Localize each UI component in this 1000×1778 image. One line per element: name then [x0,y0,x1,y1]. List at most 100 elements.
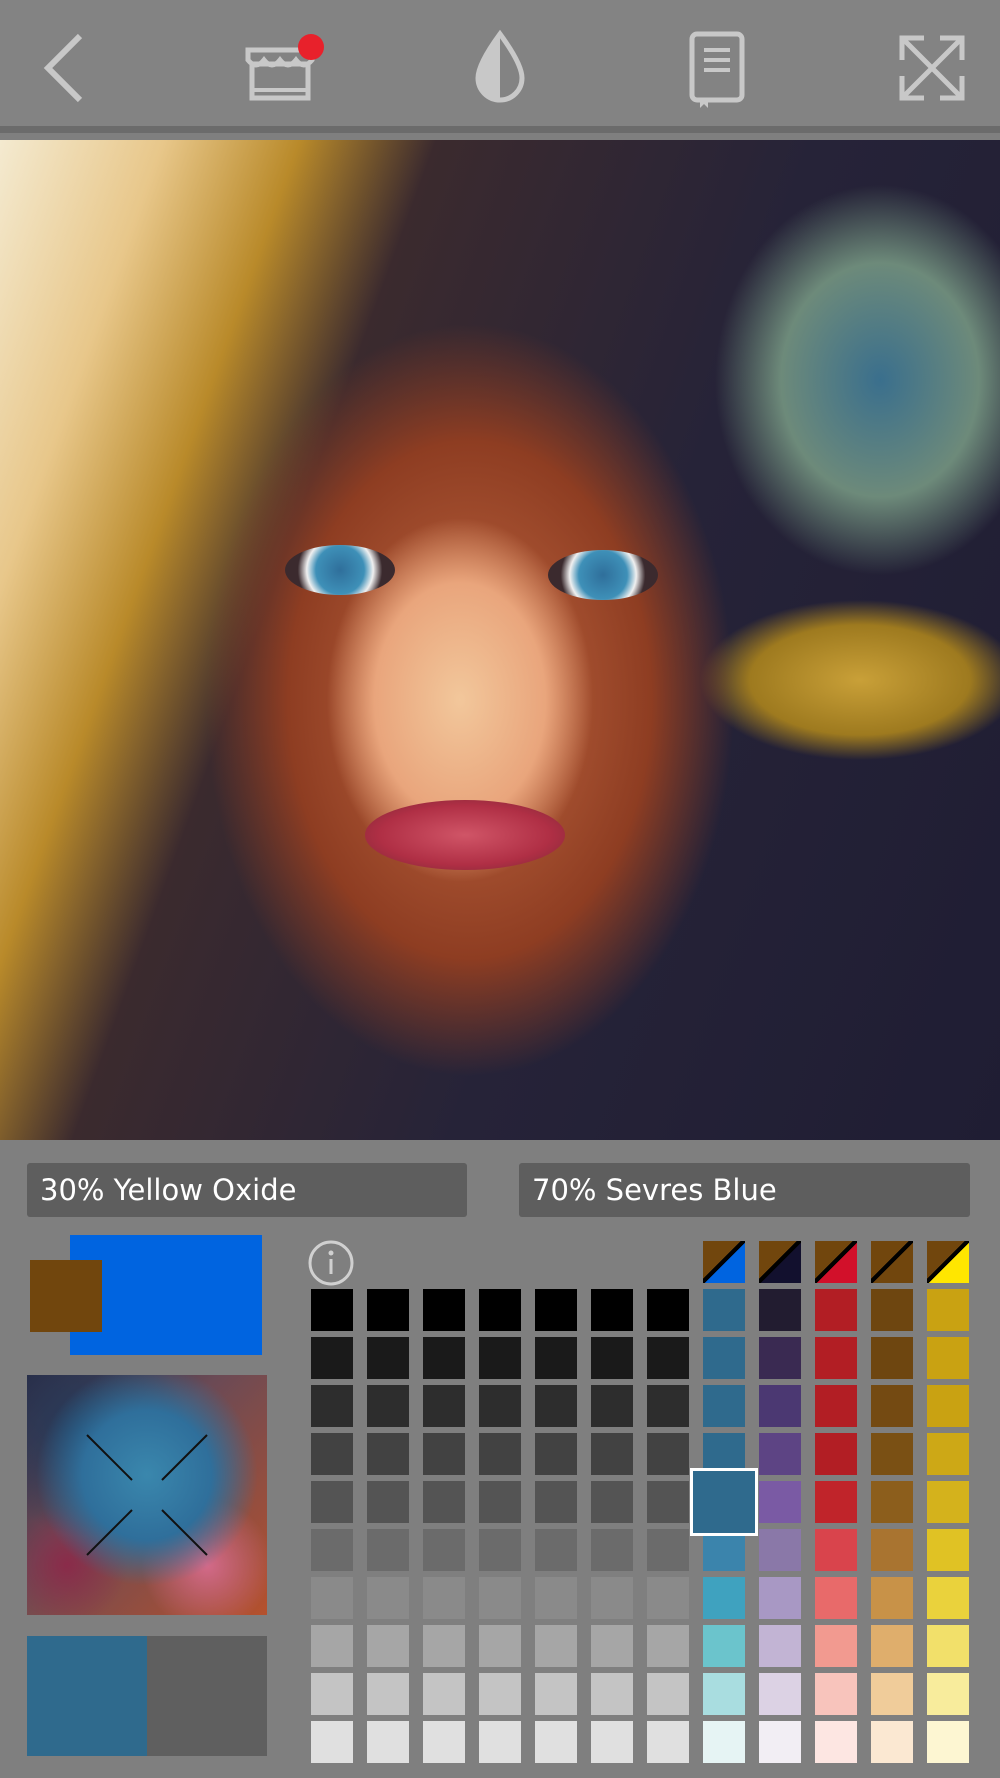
yellow-swatch[interactable] [927,1289,969,1331]
violet-swatch[interactable] [759,1529,801,1571]
gray-swatch[interactable] [423,1433,465,1475]
gray-swatch[interactable] [479,1385,521,1427]
gray-swatch[interactable] [647,1337,689,1379]
blue-swatch[interactable] [703,1673,745,1715]
gray-swatch[interactable] [591,1481,633,1523]
gray-swatch[interactable] [535,1481,577,1523]
blue-swatch[interactable] [703,1721,745,1763]
gray-swatch[interactable] [591,1721,633,1763]
violet-swatch[interactable] [759,1673,801,1715]
blue-swatch[interactable] [703,1337,745,1379]
gray-swatch[interactable] [647,1529,689,1571]
gray-swatch[interactable] [591,1289,633,1331]
violet-column-header-swatch[interactable] [759,1241,801,1283]
yellow-swatch[interactable] [927,1385,969,1427]
red-column-header-swatch[interactable] [815,1241,857,1283]
gray-swatch[interactable] [535,1529,577,1571]
red-swatch[interactable] [815,1577,857,1619]
gray-swatch[interactable] [535,1385,577,1427]
gray-swatch[interactable] [423,1625,465,1667]
yellow-column-header-swatch[interactable] [927,1241,969,1283]
gray-swatch[interactable] [479,1673,521,1715]
guide-button[interactable] [668,20,764,116]
gray-swatch[interactable] [479,1481,521,1523]
gray-swatch[interactable] [479,1337,521,1379]
gray-swatch[interactable] [535,1433,577,1475]
yellow-swatch[interactable] [927,1673,969,1715]
brown-swatch[interactable] [871,1481,913,1523]
gray-swatch[interactable] [311,1529,353,1571]
gray-swatch[interactable] [647,1433,689,1475]
gray-swatch[interactable] [311,1625,353,1667]
brown-swatch[interactable] [871,1289,913,1331]
gray-swatch[interactable] [423,1673,465,1715]
gray-swatch[interactable] [367,1529,409,1571]
gray-swatch[interactable] [311,1433,353,1475]
gray-swatch[interactable] [647,1385,689,1427]
gray-swatch[interactable] [479,1529,521,1571]
selected-color-cell[interactable] [690,1468,758,1536]
red-swatch[interactable] [815,1529,857,1571]
gray-swatch[interactable] [647,1289,689,1331]
painting-canvas[interactable] [0,140,1000,1140]
violet-swatch[interactable] [759,1385,801,1427]
gray-swatch[interactable] [535,1289,577,1331]
gray-swatch[interactable] [367,1385,409,1427]
gray-swatch[interactable] [479,1625,521,1667]
brown-swatch[interactable] [871,1385,913,1427]
gray-swatch[interactable] [311,1337,353,1379]
gray-swatch[interactable] [311,1577,353,1619]
gray-swatch[interactable] [311,1673,353,1715]
gray-swatch[interactable] [367,1673,409,1715]
gray-swatch[interactable] [647,1625,689,1667]
yellow-swatch[interactable] [927,1337,969,1379]
gray-swatch[interactable] [535,1625,577,1667]
brown-swatch[interactable] [871,1433,913,1475]
gray-swatch[interactable] [591,1673,633,1715]
gray-swatch[interactable] [647,1577,689,1619]
red-swatch[interactable] [815,1673,857,1715]
yellow-swatch[interactable] [927,1577,969,1619]
gray-swatch[interactable] [535,1721,577,1763]
brown-column-header-swatch[interactable] [871,1241,913,1283]
yellow-swatch[interactable] [927,1529,969,1571]
violet-swatch[interactable] [759,1433,801,1475]
color-mode-button[interactable] [452,20,548,116]
gray-swatch[interactable] [535,1577,577,1619]
gray-swatch[interactable] [647,1673,689,1715]
brown-swatch[interactable] [871,1529,913,1571]
brown-swatch[interactable] [871,1337,913,1379]
blue-swatch[interactable] [703,1385,745,1427]
gray-swatch[interactable] [367,1289,409,1331]
gray-swatch[interactable] [423,1721,465,1763]
gray-swatch[interactable] [423,1337,465,1379]
yellow-swatch[interactable] [927,1433,969,1475]
gray-swatch[interactable] [591,1385,633,1427]
violet-swatch[interactable] [759,1481,801,1523]
shop-button[interactable] [232,20,328,116]
gray-swatch[interactable] [591,1625,633,1667]
gray-swatch[interactable] [479,1433,521,1475]
zoom-preview[interactable] [27,1375,267,1615]
gray-swatch[interactable] [479,1289,521,1331]
blue-swatch[interactable] [703,1625,745,1667]
gray-swatch[interactable] [479,1721,521,1763]
fullscreen-button[interactable] [884,20,980,116]
yellow-swatch[interactable] [927,1481,969,1523]
info-button[interactable] [307,1239,355,1287]
gray-swatch[interactable] [647,1481,689,1523]
gray-swatch[interactable] [647,1721,689,1763]
red-swatch[interactable] [815,1385,857,1427]
secondary-color-swatch[interactable] [30,1260,102,1332]
gray-swatch[interactable] [423,1289,465,1331]
brown-swatch[interactable] [871,1577,913,1619]
gray-swatch[interactable] [311,1481,353,1523]
gray-swatch[interactable] [367,1625,409,1667]
gray-swatch[interactable] [367,1337,409,1379]
blue-column-header-swatch[interactable] [703,1241,745,1283]
gray-swatch[interactable] [535,1337,577,1379]
red-swatch[interactable] [815,1289,857,1331]
red-swatch[interactable] [815,1337,857,1379]
red-swatch[interactable] [815,1721,857,1763]
red-swatch[interactable] [815,1433,857,1475]
